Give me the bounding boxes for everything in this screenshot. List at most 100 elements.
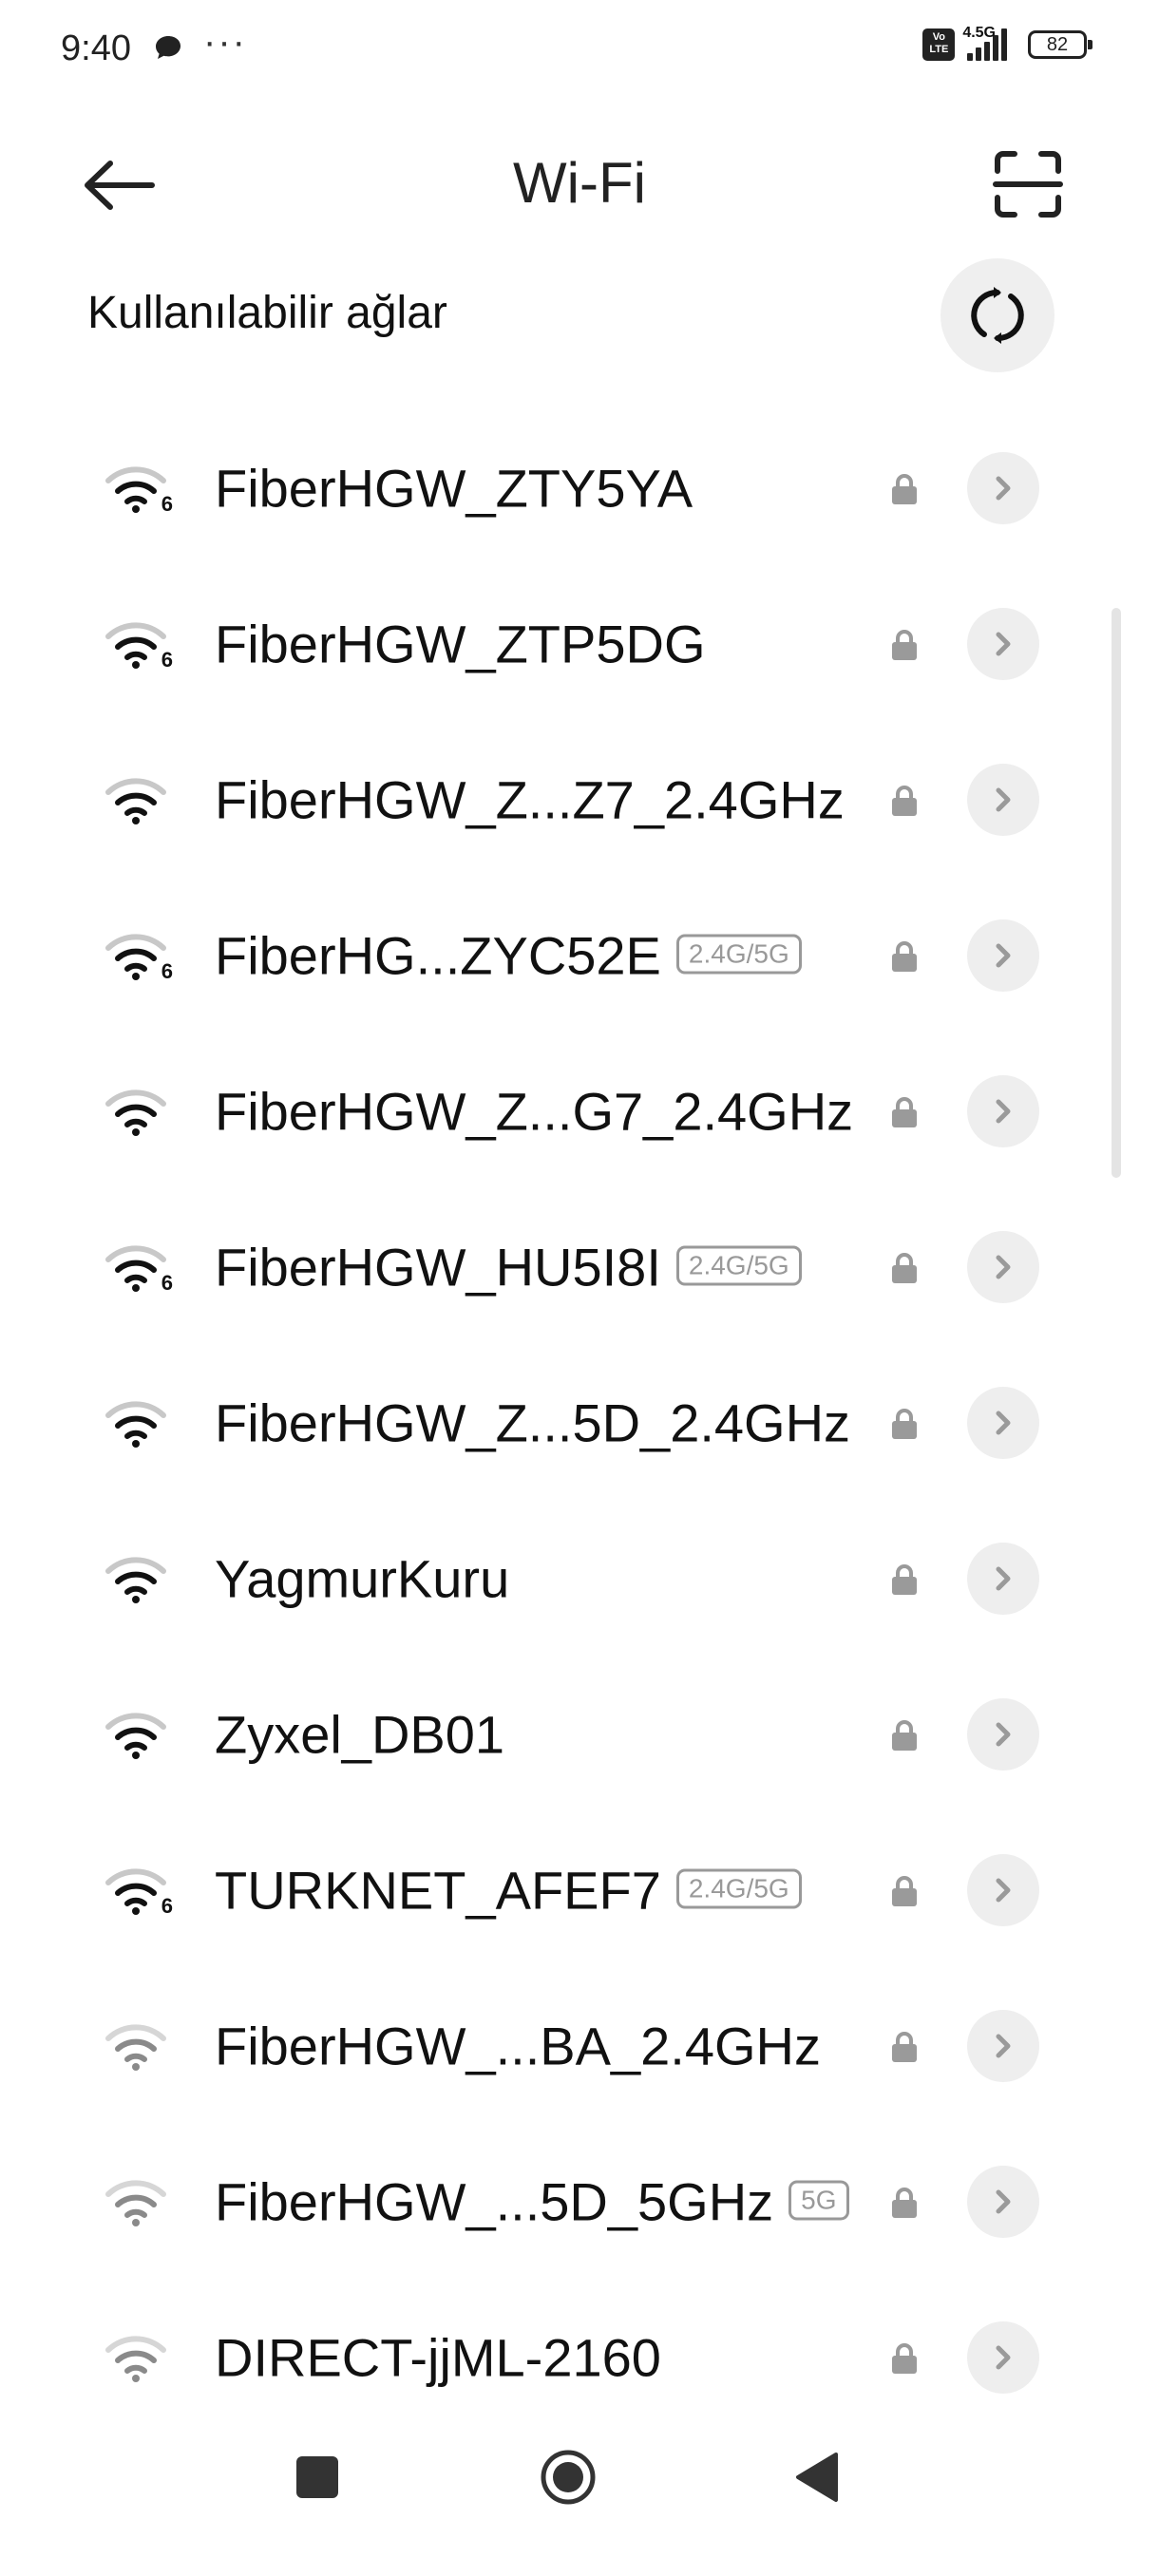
wifi-signal-icon [104,2019,167,2073]
network-ssid: FiberHG...ZYC52E 2.4G/5G [215,925,802,987]
ssid-text: TURKNET_AFEF7 [215,1860,661,1921]
network-details-button[interactable] [967,2010,1039,2082]
scan-button[interactable] [992,148,1064,220]
chevron-right-icon [996,1878,1011,1903]
wifi-signal-icon: 6 [104,1864,173,1918]
wifi-signal-icon: 6 [104,617,173,672]
network-ssid: FiberHGW_Z...G7_2.4GHz [215,1081,853,1143]
wifi-signal-icon: 6 [104,462,173,516]
ssid-text: FiberHGW_ZTY5YA [215,458,694,519]
network-details-button[interactable] [967,1387,1039,1459]
network-ssid: YagmurKuru [215,1548,509,1610]
network-details-button[interactable] [967,2321,1039,2394]
volte-icon: Vo LTE [922,28,956,61]
network-ssid: FiberHGW_Z...5D_2.4GHz [215,1392,850,1454]
chevron-right-icon [996,1099,1011,1124]
chevron-right-icon [996,2034,1011,2058]
band-badge: 5G [788,2180,849,2221]
wifi-signal-icon: 6 [104,929,173,983]
wifi-signal-icon: 6 [104,1241,173,1295]
network-list: 6 FiberHGW_ZTY5YA 6 FiberHGW_ZTP5DG Fibe… [0,410,1159,2435]
lock-icon [889,1408,920,1445]
home-circle-icon[interactable] [540,2449,597,2506]
wifi-signal-icon [104,1085,167,1138]
chevron-right-icon [996,787,1011,812]
wifi-signal-icon [104,2175,167,2228]
band-badge: 2.4G/5G [675,934,802,975]
network-details-button[interactable] [967,1698,1039,1771]
recents-square-icon[interactable] [296,2456,338,2498]
network-ssid: FiberHGW_...BA_2.4GHz [215,2016,821,2077]
network-item[interactable]: Zyxel_DB01 [0,1657,1159,1812]
network-item[interactable]: 6 FiberHGW_HU5I8I 2.4G/5G [0,1189,1159,1345]
wifi6-label: 6 [161,492,173,516]
network-details-button[interactable] [967,1543,1039,1615]
lock-icon [889,1096,920,1133]
ssid-text: FiberHG...ZYC52E [215,925,661,986]
network-item[interactable]: FiberHGW_...BA_2.4GHz [0,1968,1159,2124]
network-ssid: TURKNET_AFEF7 2.4G/5G [215,1860,802,1922]
ssid-text: FiberHGW_Z...G7_2.4GHz [215,1081,854,1142]
network-details-button[interactable] [967,2166,1039,2238]
ssid-text: Zyxel_DB01 [215,1704,505,1765]
chevron-right-icon [996,943,1011,968]
lock-icon [889,1252,920,1289]
lock-icon [889,940,920,977]
network-details-button[interactable] [967,452,1039,524]
refresh-button[interactable] [940,258,1054,372]
wifi6-label: 6 [161,959,173,983]
network-details-button[interactable] [967,608,1039,680]
network-item[interactable]: FiberHGW_...5D_5GHz 5G [0,2124,1159,2280]
back-triangle-icon[interactable] [794,2451,840,2504]
network-item[interactable]: FiberHGW_Z...5D_2.4GHz [0,1345,1159,1501]
network-details-button[interactable] [967,1231,1039,1303]
network-details-button[interactable] [967,764,1039,836]
chevron-right-icon [996,1722,1011,1747]
network-details-button[interactable] [967,1075,1039,1147]
status-indicators: Vo LTE 4.5G 82 [922,25,1092,61]
network-type: 4.5G [962,25,996,41]
lock-icon [889,1875,920,1912]
network-ssid: Zyxel_DB01 [215,1704,504,1766]
header: Wi-Fi [0,123,1159,247]
network-item[interactable]: FiberHGW_Z...Z7_2.4GHz [0,722,1159,878]
ssid-text: FiberHGW_...BA_2.4GHz [215,2016,821,2076]
chevron-right-icon [996,1255,1011,1279]
network-item[interactable]: YagmurKuru [0,1501,1159,1657]
message-icon [154,34,182,66]
band-badge: 2.4G/5G [675,1245,802,1286]
band-badge: 2.4G/5G [675,1868,802,1909]
battery-level: 82 [1046,34,1069,55]
network-item[interactable]: 6 FiberHGW_ZTP5DG [0,566,1159,722]
lock-icon [889,2342,920,2379]
section-title: Kullanılabilir ağlar [87,288,447,338]
chevron-right-icon [996,2345,1011,2370]
scrollbar[interactable] [1112,608,1121,1178]
chevron-right-icon [996,476,1011,501]
scan-qr-icon [993,151,1063,218]
battery-icon: 82 [1028,30,1092,59]
network-ssid: DIRECT-jjML-2160 [215,2327,661,2389]
ssid-text: DIRECT-jjML-2160 [215,2327,661,2388]
network-details-button[interactable] [967,1854,1039,1926]
ssid-text: FiberHGW_...5D_5GHz [215,2171,774,2232]
network-item[interactable]: 6 TURKNET_AFEF7 2.4G/5G [0,1812,1159,1968]
network-ssid: FiberHGW_HU5I8I 2.4G/5G [215,1237,802,1298]
more-dots-icon: ··· [203,21,247,63]
lock-icon [889,785,920,822]
network-ssid: FiberHGW_ZTP5DG [215,614,706,675]
network-ssid: FiberHGW_ZTY5YA [215,458,693,520]
network-ssid: FiberHGW_Z...Z7_2.4GHz [215,769,845,831]
network-item[interactable]: FiberHGW_Z...G7_2.4GHz [0,1033,1159,1189]
network-details-button[interactable] [967,919,1039,992]
ssid-text: FiberHGW_Z...Z7_2.4GHz [215,769,845,830]
page-title: Wi-Fi [513,151,646,215]
status-bar: 9:40 ··· Vo LTE 4.5G 82 [0,0,1159,104]
lock-icon [889,1719,920,1756]
wifi6-label: 6 [161,648,173,672]
network-item[interactable]: 6 FiberHG...ZYC52E 2.4G/5G [0,878,1159,1033]
wifi-signal-icon [104,1552,167,1605]
network-item[interactable]: 6 FiberHGW_ZTY5YA [0,410,1159,566]
chevron-right-icon [996,632,1011,656]
lock-icon [889,1563,920,1601]
